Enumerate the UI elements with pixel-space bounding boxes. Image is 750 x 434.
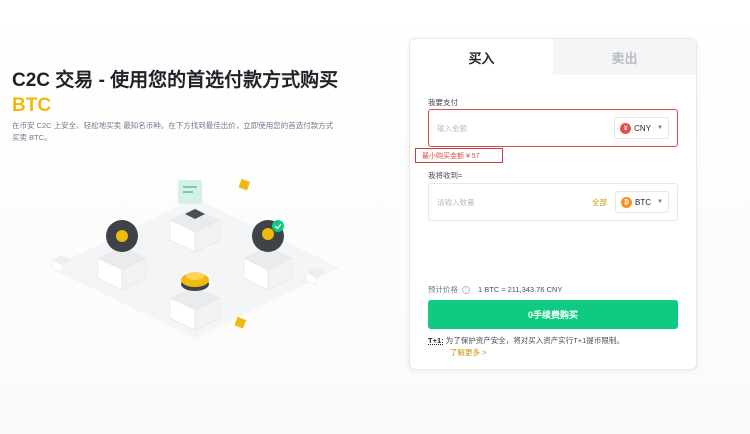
pay-label: 我要支付	[428, 98, 458, 107]
pay-currency-select[interactable]: ¥ CNY ▼	[614, 117, 669, 139]
page: C2C 交易 - 使用您的首选付款方式购买 BTC 在币安 C2C 上安全、轻松…	[0, 0, 750, 434]
info-icon[interactable]: i	[462, 285, 470, 294]
price-value: 1 BTC ≈ 211,343.76 CNY	[478, 285, 563, 294]
pay-amount-input[interactable]: 输入金额	[429, 123, 614, 134]
page-title-text: C2C 交易 - 使用您的首选付款方式购买	[12, 70, 339, 91]
gold-cube-decor	[234, 316, 247, 329]
price-label: 预计价格	[428, 285, 458, 294]
receive-amount-input[interactable]: 请输入数量	[429, 197, 592, 208]
all-button[interactable]: 全部	[592, 197, 607, 208]
tab-sell[interactable]: 卖出	[553, 39, 696, 75]
min-amount-warning: 最小购买金额 ¥ 57	[415, 148, 503, 163]
receive-currency-select[interactable]: ₿ BTC ▼	[615, 191, 669, 213]
gold-cube-decor	[238, 178, 251, 191]
chevron-down-icon: ▼	[657, 125, 663, 131]
t1-notice-text: 为了保护资产安全，将对买入资产实行T+1提币限制。	[443, 336, 624, 345]
page-title: C2C 交易 - 使用您的首选付款方式购买 BTC	[12, 68, 342, 118]
pay-amount-field[interactable]: 输入金额 ¥ CNY ▼	[428, 109, 678, 147]
t1-tag[interactable]: T+1:	[428, 336, 444, 345]
pay-currency-label: CNY	[634, 123, 652, 133]
page-description: 在币安 C2C 上安全、轻松地买卖 最知名币种。在下方找到最佳出价，立即使用您的…	[12, 121, 334, 142]
learn-more-link[interactable]: 了解更多 >	[450, 347, 486, 358]
receive-currency-label: BTC	[635, 197, 652, 207]
receive-amount-field[interactable]: 请输入数量 全部 ₿ BTC ▼	[428, 183, 678, 221]
trade-tabs: 买入 卖出	[410, 39, 696, 75]
trade-card: 买入 卖出 我要支付 输入金额 ¥ CNY ▼ 我将收到≈ 请输入数量 全部 ₿…	[409, 38, 697, 370]
t1-notice: T+1: 为了保护资产安全，将对买入资产实行T+1提币限制。	[428, 335, 688, 346]
chevron-down-icon: ▼	[657, 199, 663, 205]
tab-buy[interactable]: 买入	[410, 39, 553, 75]
page-title-accent: BTC	[12, 95, 52, 116]
c2c-illustration	[50, 178, 340, 338]
receive-label: 我将收到≈	[428, 171, 463, 180]
estimated-price: 预计价格 i 1 BTC ≈ 211,343.76 CNY	[428, 284, 562, 295]
buy-button[interactable]: 0手续费购买	[428, 300, 678, 329]
cny-icon: ¥	[620, 122, 632, 134]
btc-icon: ₿	[621, 196, 633, 208]
